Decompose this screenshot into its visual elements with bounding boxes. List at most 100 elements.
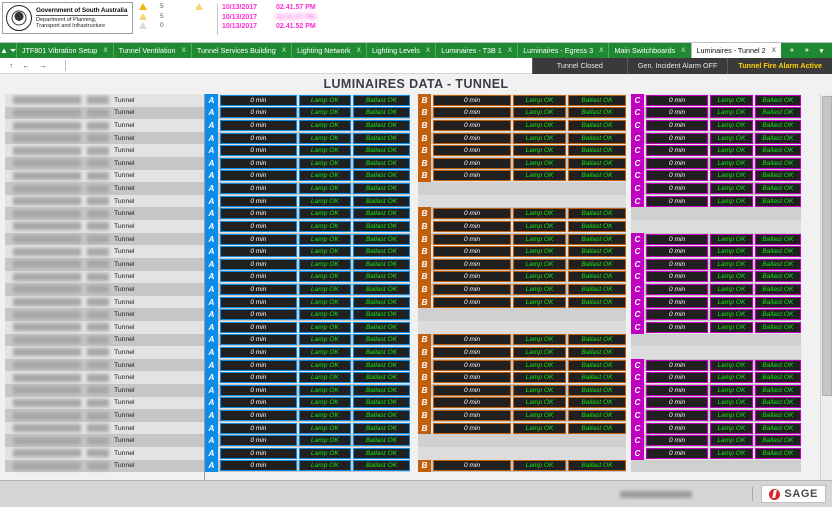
lamp-status[interactable]: Lamp OK [298, 435, 351, 447]
circuit-badge-b[interactable]: B [418, 157, 431, 170]
tab-main-switchboards[interactable]: Main Switchboards X [608, 43, 691, 58]
runtime-value[interactable]: 0 min [646, 410, 709, 422]
lamp-status[interactable]: Lamp OK [513, 170, 566, 182]
luminaire-row[interactable]: B0 min Lamp OK Ballast OK [418, 396, 626, 410]
ballast-status[interactable]: Ballast OK [754, 271, 801, 283]
luminaire-row[interactable]: A0 min Lamp OK Ballast OK [205, 459, 410, 473]
lamp-status[interactable]: Lamp OK [710, 107, 753, 119]
ballast-status[interactable]: Ballast OK [754, 195, 801, 207]
ballast-status[interactable]: Ballast OK [352, 447, 410, 459]
circuit-badge-b[interactable]: B [418, 396, 431, 410]
ballast-status[interactable]: Ballast OK [568, 208, 626, 220]
luminaire-row[interactable]: A0 min Lamp OK Ballast OK [205, 371, 410, 385]
ballast-status[interactable]: Ballast OK [754, 233, 801, 245]
circuit-badge-c[interactable]: C [631, 270, 644, 284]
table-row[interactable]: Tunnel [5, 257, 205, 271]
circuit-badge-a[interactable]: A [205, 283, 218, 296]
luminaire-row[interactable]: A0 min Lamp OK Ballast OK [205, 157, 410, 170]
luminaire-row[interactable]: C0 min Lamp OK Ballast OK [631, 169, 801, 183]
lamp-status[interactable]: Lamp OK [710, 397, 753, 409]
runtime-value[interactable]: 0 min [646, 94, 709, 106]
lamp-status[interactable]: Lamp OK [710, 170, 753, 182]
runtime-value[interactable]: 0 min [646, 447, 709, 459]
table-row[interactable]: Tunnel [5, 447, 205, 460]
tab-scroll-left-icon[interactable]: « [790, 47, 794, 54]
ballast-status[interactable]: Ballast OK [568, 233, 626, 245]
circuit-badge-a[interactable]: A [205, 220, 218, 233]
lamp-status[interactable]: Lamp OK [298, 346, 351, 358]
ballast-status[interactable]: Ballast OK [754, 283, 801, 295]
ballast-status[interactable]: Ballast OK [568, 422, 626, 434]
luminaire-row[interactable]: B0 min Lamp OK Ballast OK [418, 295, 626, 309]
circuit-badge-c[interactable]: C [631, 169, 644, 183]
luminaire-row[interactable]: C0 min Lamp OK Ballast OK [631, 358, 801, 372]
runtime-value[interactable]: 0 min [433, 145, 511, 157]
lamp-status[interactable]: Lamp OK [298, 283, 351, 295]
luminaire-row[interactable]: A0 min Lamp OK Ballast OK [205, 396, 410, 410]
runtime-value[interactable]: 0 min [220, 334, 297, 346]
runtime-value[interactable]: 0 min [433, 220, 511, 232]
circuit-badge-b[interactable]: B [418, 106, 431, 120]
status-tunnel-closed[interactable]: Tunnel Closed [531, 57, 627, 74]
circuit-badge-b[interactable]: B [418, 169, 431, 183]
alarm-counter-active[interactable]: 5 [139, 2, 195, 12]
lamp-status[interactable]: Lamp OK [513, 460, 566, 472]
runtime-value[interactable]: 0 min [646, 195, 709, 207]
luminaire-row[interactable]: B0 min Lamp OK Ballast OK [418, 333, 626, 347]
lamp-status[interactable]: Lamp OK [513, 296, 566, 308]
luminaire-row[interactable]: A0 min Lamp OK Ballast OK [205, 320, 410, 334]
luminaire-row[interactable]: A0 min Lamp OK Ballast OK [205, 194, 410, 208]
lamp-status[interactable]: Lamp OK [513, 334, 566, 346]
lamp-status[interactable]: Lamp OK [298, 107, 351, 119]
runtime-value[interactable]: 0 min [433, 346, 511, 358]
runtime-value[interactable]: 0 min [220, 170, 297, 182]
tab-menu-icon[interactable]: ▾ [820, 47, 824, 55]
lamp-status[interactable]: Lamp OK [298, 145, 351, 157]
lamp-status[interactable]: Lamp OK [298, 195, 351, 207]
circuit-badge-c[interactable]: C [631, 358, 644, 372]
ballast-status[interactable]: Ballast OK [352, 195, 410, 207]
tab-jtf801-vibration-setup[interactable]: JTF801 Vibration Setup X [15, 43, 113, 58]
runtime-value[interactable]: 0 min [433, 246, 511, 258]
runtime-value[interactable]: 0 min [433, 410, 511, 422]
luminaire-row[interactable]: A0 min Lamp OK Ballast OK [205, 358, 410, 372]
lamp-status[interactable]: Lamp OK [710, 246, 753, 258]
luminaire-row[interactable]: B0 min Lamp OK Ballast OK [418, 106, 626, 120]
lamp-status[interactable]: Lamp OK [513, 384, 566, 396]
circuit-badge-b[interactable]: B [418, 459, 431, 473]
table-row[interactable]: Tunnel [5, 245, 205, 258]
runtime-value[interactable]: 0 min [220, 132, 297, 144]
runtime-value[interactable]: 0 min [220, 397, 297, 409]
circuit-badge-c[interactable]: C [631, 320, 644, 334]
table-row[interactable]: Tunnel [5, 358, 205, 372]
circuit-badge-c[interactable]: C [631, 119, 644, 132]
circuit-badge-a[interactable]: A [205, 384, 218, 397]
ballast-status[interactable]: Ballast OK [754, 435, 801, 447]
ballast-status[interactable]: Ballast OK [754, 447, 801, 459]
tab-close-icon[interactable]: X [681, 47, 685, 54]
runtime-value[interactable]: 0 min [220, 271, 297, 283]
ballast-status[interactable]: Ballast OK [352, 170, 410, 182]
runtime-value[interactable]: 0 min [433, 283, 511, 295]
lamp-status[interactable]: Lamp OK [513, 157, 566, 169]
alarm-bell-button[interactable] [195, 2, 217, 36]
luminaire-row[interactable]: C0 min Lamp OK Ballast OK [631, 396, 801, 410]
runtime-value[interactable]: 0 min [646, 157, 709, 169]
luminaire-row[interactable]: A0 min Lamp OK Ballast OK [205, 257, 410, 271]
runtime-value[interactable]: 0 min [433, 258, 511, 270]
circuit-badge-b[interactable]: B [418, 333, 431, 347]
lamp-status[interactable]: Lamp OK [710, 157, 753, 169]
circuit-badge-b[interactable]: B [418, 421, 431, 435]
luminaire-row[interactable]: A0 min Lamp OK Ballast OK [205, 94, 410, 107]
runtime-value[interactable]: 0 min [220, 120, 297, 132]
lamp-status[interactable]: Lamp OK [298, 309, 351, 321]
circuit-badge-b[interactable]: B [418, 94, 431, 107]
circuit-badge-a[interactable]: A [205, 295, 218, 309]
lamp-status[interactable]: Lamp OK [298, 183, 351, 195]
home-button[interactable]: ▲ [0, 43, 16, 58]
circuit-badge-c[interactable]: C [631, 131, 644, 145]
runtime-value[interactable]: 0 min [433, 120, 511, 132]
luminaire-row[interactable]: C0 min Lamp OK Ballast OK [631, 257, 801, 271]
circuit-badge-a[interactable]: A [205, 409, 218, 422]
lamp-status[interactable]: Lamp OK [710, 384, 753, 396]
